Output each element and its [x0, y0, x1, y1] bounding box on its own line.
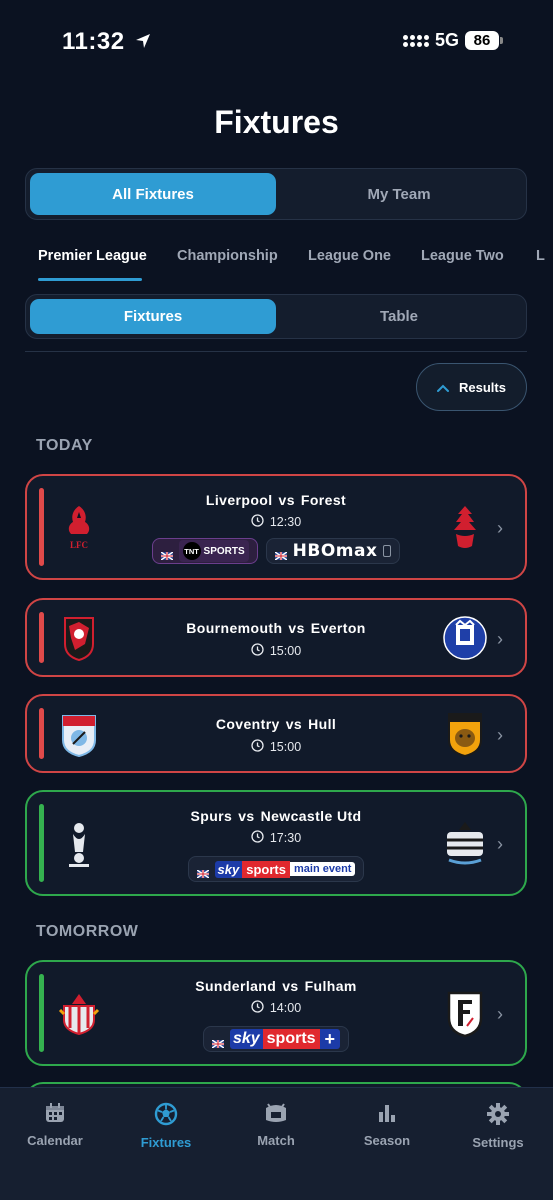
- view-toggle: All Fixtures My Team: [25, 168, 527, 220]
- location-arrow-icon: [134, 29, 152, 57]
- home-team: Bournemouth: [186, 620, 283, 636]
- battery-level: 86: [465, 31, 499, 50]
- clock-icon: [251, 739, 264, 755]
- tab-league-two[interactable]: League Two: [421, 248, 504, 264]
- broadcaster-tnt-sports[interactable]: TNT SPORTS: [151, 538, 258, 564]
- page-title: Fixtures: [214, 104, 339, 140]
- chevron-right-icon: ›: [497, 725, 503, 745]
- chevron-right-icon: ›: [497, 518, 503, 538]
- stadium-icon: [263, 1102, 289, 1127]
- tab-championship[interactable]: Championship: [177, 248, 278, 264]
- away-team: Hull: [308, 716, 337, 732]
- status-bar: 11:32 5G 86: [0, 0, 553, 80]
- clock-icon: [251, 830, 264, 846]
- league-tabs: Premier League Championship League One L…: [38, 246, 553, 286]
- tab-league-one[interactable]: League One: [308, 248, 391, 264]
- broadcaster-sky-sports-main-event[interactable]: sky sports main event: [187, 856, 365, 882]
- vs-label: vs: [238, 808, 255, 824]
- hull-crest-icon: [437, 706, 493, 762]
- tnt-sports-logo: TNT SPORTS: [178, 540, 249, 562]
- away-team: Newcastle Utd: [260, 808, 362, 824]
- gear-icon: [486, 1102, 510, 1129]
- fixtures-button[interactable]: Fixtures: [30, 299, 276, 334]
- tab-settings[interactable]: Settings: [443, 1102, 553, 1150]
- my-team-button[interactable]: My Team: [276, 173, 522, 215]
- clock-icon: [251, 1000, 264, 1016]
- nottingham-forest-crest-icon: [437, 500, 493, 556]
- broadcaster-sky-sports-plus[interactable]: sky sports +: [202, 1026, 350, 1052]
- divider: [25, 351, 527, 352]
- clock-icon: [251, 643, 264, 659]
- calendar-icon: [44, 1102, 66, 1127]
- home-team: Sunderland: [195, 978, 277, 994]
- uk-flag-icon: [196, 865, 209, 879]
- match-card[interactable]: Coventry vs Hull 15:00 ›: [25, 694, 527, 773]
- clock-icon: [251, 514, 264, 530]
- uk-flag-icon: [211, 1035, 225, 1049]
- vs-label: vs: [282, 978, 299, 994]
- home-team: Coventry: [215, 716, 280, 732]
- vs-label: vs: [278, 492, 295, 508]
- tab-fixtures[interactable]: Fixtures: [111, 1102, 221, 1150]
- home-team: Liverpool: [205, 492, 273, 508]
- football-icon: [154, 1102, 178, 1129]
- section-label-today: TODAY: [36, 437, 93, 454]
- mobile-device-icon: [383, 545, 392, 557]
- away-team: Everton: [310, 620, 366, 636]
- vs-label: vs: [288, 620, 305, 636]
- sky-sports-plus-logo: sky sports +: [229, 1029, 341, 1049]
- match-card[interactable]: Bournemouth vs Everton 15:00 ›: [25, 598, 527, 677]
- bar-chart-icon: [376, 1102, 398, 1127]
- fulham-crest-icon: [437, 986, 493, 1042]
- tab-bar: Calendar Fixtures Match Season Settings: [0, 1087, 553, 1200]
- home-team: Spurs: [190, 808, 233, 824]
- fixtures-table-toggle: Fixtures Table: [25, 294, 527, 339]
- tab-season[interactable]: Season: [332, 1102, 442, 1148]
- tab-calendar[interactable]: Calendar: [0, 1102, 110, 1148]
- match-card[interactable]: LFC Liverpool vs Forest 12:30 TNT SPORTS HB…: [25, 474, 527, 580]
- all-fixtures-button[interactable]: All Fixtures: [30, 173, 276, 215]
- match-card[interactable]: Sunderland vs Fulham 14:00 sky sports + ›: [25, 960, 527, 1066]
- everton-crest-icon: [437, 610, 493, 666]
- chevron-right-icon: ›: [497, 834, 503, 854]
- network-label: 5G: [434, 30, 459, 50]
- broadcaster-hbo-max[interactable]: HBOmax: [265, 538, 401, 564]
- tab-premier-league[interactable]: Premier League: [38, 248, 147, 264]
- chevron-right-icon: ›: [497, 629, 503, 649]
- uk-flag-icon: [160, 547, 173, 561]
- status-time: 11:32: [62, 28, 152, 57]
- chevron-up-icon: [437, 380, 450, 395]
- results-label: Results: [459, 379, 506, 395]
- table-button[interactable]: Table: [276, 299, 522, 334]
- newcastle-crest-icon: [437, 816, 493, 872]
- chevron-right-icon: ›: [497, 1004, 503, 1024]
- uk-flag-icon: [274, 547, 288, 561]
- clock-text: 11:32: [62, 28, 125, 55]
- match-card[interactable]: Spurs vs Newcastle Utd 17:30 sky sports main…: [25, 790, 527, 896]
- battery-icon: 86: [465, 31, 503, 50]
- signal-icon: [402, 34, 429, 47]
- active-tab-indicator: [38, 278, 142, 281]
- away-team: Fulham: [304, 978, 357, 994]
- tab-match[interactable]: Match: [221, 1102, 331, 1148]
- vs-label: vs: [285, 716, 303, 732]
- results-button[interactable]: Results: [416, 363, 527, 411]
- away-team: Forest: [300, 492, 347, 508]
- hbo-max-logo: HBOmax: [292, 541, 378, 561]
- sky-sports-main-event-logo: sky sports main event: [214, 860, 356, 878]
- section-label-tomorrow: TOMORROW: [36, 923, 139, 940]
- tab-more-leagues[interactable]: L: [536, 248, 545, 264]
